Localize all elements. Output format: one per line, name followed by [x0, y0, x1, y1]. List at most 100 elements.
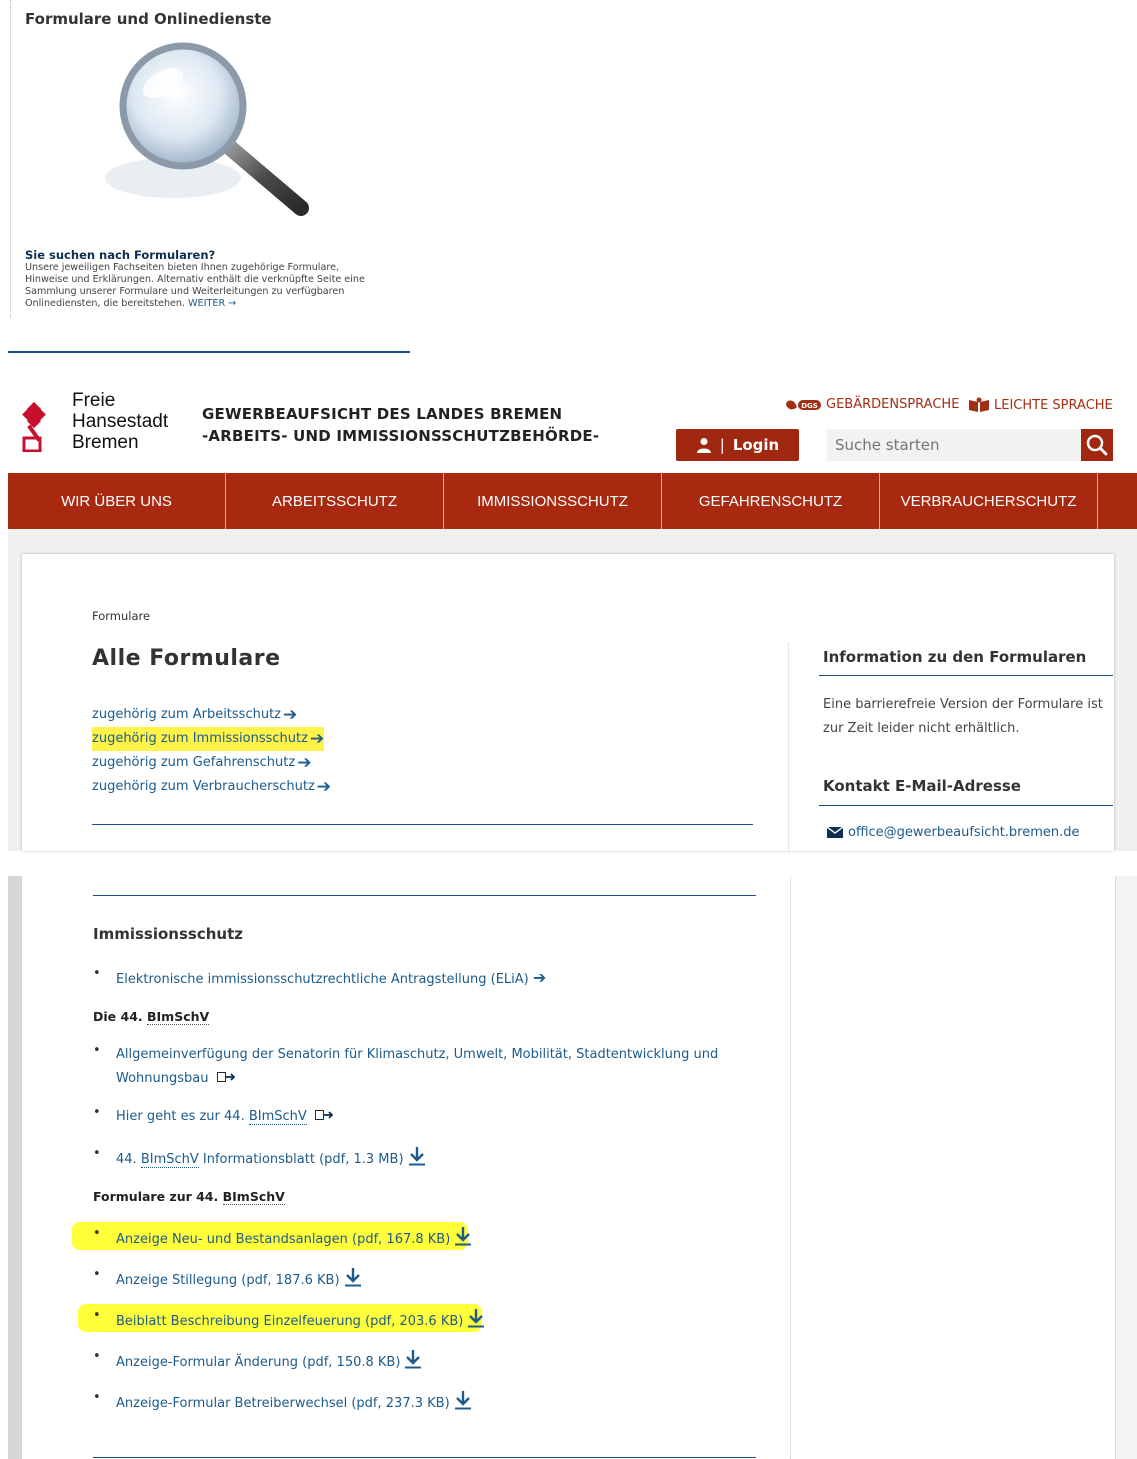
agency-line-1: GEWERBEAUFSICHT DES LANDES BREMEN: [202, 405, 563, 423]
download-label: Anzeige-Formular Änderung (pdf, 150.8 KB…: [116, 1355, 401, 1370]
login-label: Login: [732, 436, 780, 454]
list-item-allgemeinverfuegung: • Allgemeinverfügung der Senatorin für K…: [93, 1043, 718, 1091]
subheading-44-bimschv: Die 44. BImSchV: [93, 1009, 210, 1025]
forms-teaser: Formulare und Onlinedienste Sie suchen n…: [10, 0, 411, 318]
lower-left-edge: [8, 876, 22, 1459]
download-icon: [468, 1309, 485, 1328]
sign-language-link[interactable]: DGS GEBÄRDENSPRACHE: [784, 397, 959, 412]
external-link-icon: [314, 1110, 334, 1120]
section-title: Immissionsschutz: [93, 925, 243, 943]
category-link-arbeitsschutz[interactable]: zugehörig zum Arbeitsschutz ➔: [92, 703, 297, 727]
magnifier-icon: [105, 42, 309, 216]
bimschv-abbr: BImSchV: [140, 1152, 199, 1168]
bimschv-abbr: BImSchV: [248, 1109, 307, 1125]
teaser-more-link[interactable]: WEITER →: [188, 298, 236, 309]
bremen-key-logo-icon: [22, 401, 46, 452]
download-icon: [455, 1227, 472, 1246]
section-divider-top: [93, 895, 756, 896]
category-label: zugehörig zum Immissionsschutz: [92, 731, 308, 746]
login-button[interactable]: | Login: [676, 429, 799, 461]
list-item-elia: • Elektronische immissionsschutzrechtlic…: [93, 966, 546, 992]
page-title: Alle Formulare: [92, 646, 281, 671]
category-label: zugehörig zum Gefahrenschutz: [92, 755, 296, 770]
sidebar-separator: [788, 643, 790, 851]
easy-language-book-icon: [969, 397, 989, 412]
nav-wir-ueber-uns[interactable]: WIR ÜBER UNS: [8, 473, 226, 529]
teaser-divider: [8, 351, 410, 353]
download-label: Anzeige-Formular Betreiberwechsel (pdf, …: [116, 1396, 450, 1411]
download-link-stillegung[interactable]: Anzeige Stillegung (pdf, 187.6 KB): [116, 1267, 362, 1293]
arrow-right-icon: ➔: [297, 753, 312, 773]
brand-line-1: Freie: [72, 390, 116, 411]
download-link-beiblatt-einzelfeuerung[interactable]: Beiblatt Beschreibung Einzelfeuerung (pd…: [116, 1308, 485, 1334]
teaser-title: Formulare und Onlinedienste: [25, 10, 272, 28]
teaser-text: Unsere jeweiligen Fachseiten bieten Ihne…: [25, 262, 385, 310]
list-bullet: •: [93, 1043, 101, 1058]
breadcrumb[interactable]: Formulare: [92, 609, 150, 623]
content-divider: [92, 824, 753, 825]
main-nav: WIR ÜBER UNS ARBEITSSCHUTZ IMMISSIONSSCH…: [8, 473, 1137, 529]
teaser-more-label: WEITER: [188, 298, 226, 309]
search-input[interactable]: [827, 429, 1085, 461]
category-label: zugehörig zum Arbeitsschutz: [92, 707, 281, 722]
list-bullet: •: [93, 966, 101, 981]
user-icon: [696, 438, 711, 453]
subheading-prefix: Die 44.: [93, 1009, 147, 1024]
arrow-right-icon: ➔: [309, 729, 325, 749]
allgemeinverfuegung-label-line1: Allgemeinverfügung der Senatorin für Kli…: [116, 1047, 719, 1062]
info-label-prefix: 44.: [116, 1152, 141, 1167]
download-link-aenderung[interactable]: Anzeige-Formular Änderung (pdf, 150.8 KB…: [116, 1349, 422, 1375]
search-icon: [1086, 434, 1108, 456]
sidebar-contact-title: Kontakt E-Mail-Adresse: [823, 777, 1021, 795]
brand-line-3: Bremen: [72, 432, 139, 453]
informationsblatt-link[interactable]: 44. BImSchV Informationsblatt (pdf, 1.3 …: [116, 1146, 426, 1172]
nav-immissionsschutz[interactable]: IMMISSIONSSCHUTZ: [444, 473, 662, 529]
list-bullet: •: [93, 1349, 101, 1364]
teaser-question: Sie suchen nach Formularen?: [25, 248, 216, 262]
info-label-suffix: Informationsblatt (pdf, 1.3 MB): [198, 1152, 404, 1167]
easy-language-link[interactable]: LEICHTE SPRACHE: [968, 397, 1113, 413]
external-link-icon: [216, 1072, 235, 1082]
bimschv-abbr: BImSchV: [147, 1009, 210, 1025]
category-link-immissionsschutz[interactable]: zugehörig zum Immissionsschutz ➔: [92, 727, 325, 751]
download-link-neu-bestandsanlagen[interactable]: Anzeige Neu- und Bestandsanlagen (pdf, 1…: [116, 1226, 472, 1252]
subheading-formulare-44-bimschv: Formulare zur 44. BImSchV: [93, 1189, 285, 1205]
dgs-badge: DGS: [801, 402, 818, 410]
section-divider-bottom: [93, 1457, 756, 1458]
allgemeinverfuegung-link[interactable]: Allgemeinverfügung der Senatorin für Kli…: [116, 1043, 718, 1091]
download-label: Anzeige Stillegung (pdf, 187.6 KB): [116, 1273, 340, 1288]
nav-arbeitsschutz[interactable]: ARBEITSSCHUTZ: [226, 473, 444, 529]
agency-line-2: -ARBEITS- UND IMMISSIONSSCHUTZBEHÖRDE-: [202, 427, 600, 445]
sign-language-icon: DGS: [786, 399, 821, 410]
category-label: zugehörig zum Verbraucherschutz: [92, 779, 315, 794]
elia-link[interactable]: Elektronische immissionsschutzrechtliche…: [116, 966, 546, 992]
list-item-download: • Anzeige-Formular Änderung (pdf, 150.8 …: [93, 1349, 422, 1375]
sidebar-info-title: Information zu den Formularen: [823, 648, 1087, 666]
category-list: zugehörig zum Arbeitsschutz ➔ zugehörig z…: [92, 703, 331, 799]
subheading-prefix: Formulare zur 44.: [93, 1189, 223, 1204]
easy-language-label: LEICHTE SPRACHE: [994, 397, 1113, 413]
category-link-gefahrenschutz[interactable]: zugehörig zum Gefahrenschutz ➔: [92, 751, 311, 775]
arrow-right-icon: ➔: [283, 705, 298, 725]
download-icon: [408, 1147, 425, 1166]
elia-label: Elektronische immissionsschutzrechtliche…: [116, 972, 529, 987]
nav-gefahrenschutz[interactable]: GEFAHRENSCHUTZ: [662, 473, 880, 529]
download-icon: [405, 1350, 422, 1369]
arrow-right-icon: ➔: [316, 777, 332, 797]
nav-verbraucherschutz[interactable]: VERBRAUCHERSCHUTZ: [880, 473, 1098, 529]
download-link-betreiberwechsel[interactable]: Anzeige-Formular Betreiberwechsel (pdf, …: [116, 1390, 472, 1416]
arrow-right-icon: ➔: [532, 968, 547, 987]
list-item-download: • Anzeige-Formular Betreiberwechsel (pdf…: [93, 1390, 472, 1416]
brand-name: Freie Hansestadt Bremen: [72, 390, 168, 453]
contact-email-link[interactable]: office@gewerbeaufsicht.bremen.de: [827, 825, 1080, 840]
lower-right-edge: [1115, 876, 1137, 1459]
search-button[interactable]: [1081, 429, 1113, 461]
list-item-download: • Anzeige Neu- und Bestandsanlagen (pdf,…: [93, 1226, 472, 1252]
list-bullet: •: [93, 1390, 101, 1405]
allgemeinverfuegung-label-line2: Wohnungsbau: [116, 1071, 209, 1086]
hier-geht-es-link[interactable]: Hier geht es zur 44. BImSchV: [116, 1105, 335, 1129]
lower-sidebar-separator: [790, 876, 792, 1459]
download-label: Beiblatt Beschreibung Einzelfeuerung (pd…: [116, 1314, 464, 1329]
sign-language-label: GEBÄRDENSPRACHE: [826, 397, 960, 412]
category-link-verbraucherschutz[interactable]: zugehörig zum Verbraucherschutz ➔: [92, 775, 331, 799]
